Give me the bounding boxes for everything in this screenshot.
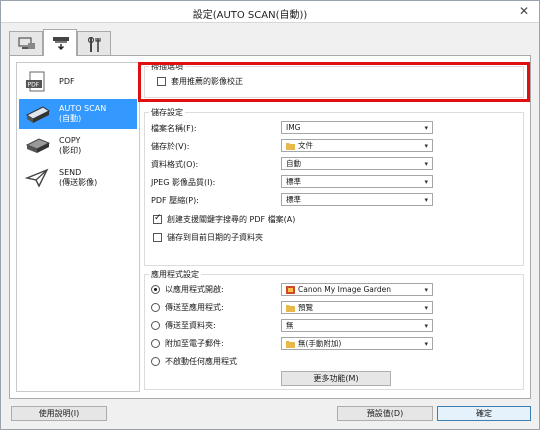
settings-content: 掃描選項 套用推薦的影像校正 儲存設定 檔案名稱(F): IMG ▾ 儲存於(V… <box>138 61 530 392</box>
data-format-value: 自動 <box>286 159 301 168</box>
send-to-app-select[interactable]: 預覽 ▾ <box>281 301 433 314</box>
save-in-label: 儲存於(V): <box>151 142 190 151</box>
sidebar-item-label-line1: COPY <box>59 136 81 145</box>
file-name-value: IMG <box>286 123 301 132</box>
save-to-date-subfolder-label: 儲存到目前日期的子資料夾 <box>167 233 263 242</box>
send-to-folder-radio[interactable] <box>151 321 160 330</box>
save-settings-title: 儲存設定 <box>149 107 185 118</box>
sidebar-item-label-line1: SEND <box>59 168 82 177</box>
settings-dialog: 設定(AUTO SCAN(自動)) ✕ PDF PDF AUTO SCAN (自… <box>0 0 540 430</box>
sidebar-item-label: AUTO SCAN (自動) <box>59 104 106 124</box>
tab-scan-from-computer[interactable] <box>9 31 43 55</box>
create-searchable-pdf-checkbox[interactable] <box>153 213 162 224</box>
send-to-folder-value: 無 <box>286 321 294 330</box>
close-button[interactable]: ✕ <box>515 4 533 20</box>
save-to-date-subfolder-checkbox[interactable] <box>153 233 162 242</box>
pdf-compression-value: 標準 <box>286 195 301 204</box>
pdf-compression-select[interactable]: 標準 ▾ <box>281 193 433 206</box>
defaults-button[interactable]: 預設值(D) <box>337 406 433 421</box>
send-to-app-value: 預覽 <box>298 303 313 312</box>
chevron-down-icon: ▾ <box>424 178 428 186</box>
sidebar-item-auto-scan[interactable]: AUTO SCAN (自動) <box>19 99 137 129</box>
send-to-app-label: 傳送至應用程式: <box>165 303 224 312</box>
no-app-radio[interactable] <box>151 357 160 366</box>
sidebar-item-label-line1: AUTO SCAN <box>59 104 107 113</box>
highlight-box <box>138 62 530 102</box>
send-to-folder-label: 傳送至資料夾: <box>165 321 216 330</box>
chevron-down-icon: ▾ <box>424 160 428 168</box>
tools-icon <box>87 37 101 52</box>
folder-icon <box>286 143 295 150</box>
chevron-down-icon: ▾ <box>424 340 428 348</box>
app-settings-title: 應用程式設定 <box>149 269 201 280</box>
jpeg-quality-value: 標準 <box>286 177 301 186</box>
copy-icon <box>25 138 51 153</box>
sidebar-item-label: PDF <box>59 77 75 86</box>
tab-scan-from-panel[interactable] <box>43 29 77 56</box>
jpeg-quality-label: JPEG 影像品質(I): <box>151 178 216 187</box>
open-with-app-radio[interactable] <box>151 285 160 294</box>
create-searchable-pdf-label: 創建支援關鍵字搜尋的 PDF 檔案(A) <box>167 215 296 224</box>
send-to-app-radio[interactable] <box>151 303 160 312</box>
app-settings-group: 應用程式設定 以應用程式開啟: Canon My Image Garden ▾ … <box>144 269 524 390</box>
tab-general-settings[interactable] <box>77 31 111 55</box>
send-to-folder-select[interactable]: 無 ▾ <box>281 319 433 332</box>
scanner-icon <box>26 106 50 123</box>
chevron-down-icon: ▾ <box>424 286 428 294</box>
file-name-input[interactable]: IMG ▾ <box>281 121 433 134</box>
attach-email-label: 附加至電子郵件: <box>165 339 224 348</box>
sidebar-item-label-line2: (自動) <box>59 114 82 123</box>
sidebar-item-send[interactable]: SEND (傳送影像) <box>19 163 137 193</box>
mail-app-icon <box>286 341 295 348</box>
sidebar-item-label-line2: (傳送影像) <box>59 178 98 187</box>
pdf-compression-label: PDF 壓縮(P): <box>151 196 199 205</box>
no-app-label: 不啟動任何應用程式 <box>165 357 237 366</box>
open-with-app-label: 以應用程式開啟: <box>165 285 224 294</box>
open-with-app-select[interactable]: Canon My Image Garden ▾ <box>281 283 433 296</box>
pdf-icon: PDF <box>26 71 45 92</box>
help-button[interactable]: 使用說明(I) <box>11 406 107 421</box>
chevron-down-icon: ▾ <box>424 322 428 330</box>
sidebar-item-label: COPY (影印) <box>59 136 81 156</box>
save-in-value: 文件 <box>298 141 313 150</box>
window-title: 設定(AUTO SCAN(自動)) <box>192 10 308 21</box>
chevron-down-icon: ▾ <box>424 124 428 132</box>
chevron-down-icon: ▾ <box>424 142 428 150</box>
more-functions-button[interactable]: 更多功能(M) <box>281 371 391 386</box>
sidebar-item-label: SEND (傳送影像) <box>59 168 97 188</box>
send-icon <box>25 168 49 188</box>
chevron-down-icon: ▾ <box>424 196 428 204</box>
settings-panel: PDF PDF AUTO SCAN (自動) COPY (影印) SEND (傳… <box>9 55 531 399</box>
data-format-select[interactable]: 自動 ▾ <box>281 157 433 170</box>
sidebar-item-pdf[interactable]: PDF PDF <box>19 67 137 97</box>
sidebar-item-copy[interactable]: COPY (影印) <box>19 131 137 161</box>
save-in-select[interactable]: 文件 ▾ <box>281 139 433 152</box>
app-icon <box>286 286 295 294</box>
scanner-panel-icon <box>53 37 69 50</box>
computer-scan-icon <box>18 37 35 49</box>
file-name-label: 檔案名稱(F): <box>151 124 197 133</box>
scan-type-sidebar: PDF PDF AUTO SCAN (自動) COPY (影印) SEND (傳… <box>16 62 140 392</box>
attach-email-value: 無(手動附加) <box>298 339 342 348</box>
save-settings-group: 儲存設定 檔案名稱(F): IMG ▾ 儲存於(V): 文件 ▾ 資料格式(O)… <box>144 107 524 266</box>
jpeg-quality-select[interactable]: 標準 ▾ <box>281 175 433 188</box>
svg-text:PDF: PDF <box>28 82 40 89</box>
sidebar-item-label-line2: (影印) <box>59 146 82 155</box>
open-with-app-value: Canon My Image Garden <box>298 285 391 294</box>
attach-email-select[interactable]: 無(手動附加) ▾ <box>281 337 433 350</box>
ok-button[interactable]: 確定 <box>437 406 531 421</box>
chevron-down-icon: ▾ <box>424 304 428 312</box>
preview-app-icon <box>286 305 295 312</box>
data-format-label: 資料格式(O): <box>151 160 199 169</box>
title-bar: 設定(AUTO SCAN(自動)) ✕ <box>1 1 539 23</box>
attach-email-radio[interactable] <box>151 339 160 348</box>
